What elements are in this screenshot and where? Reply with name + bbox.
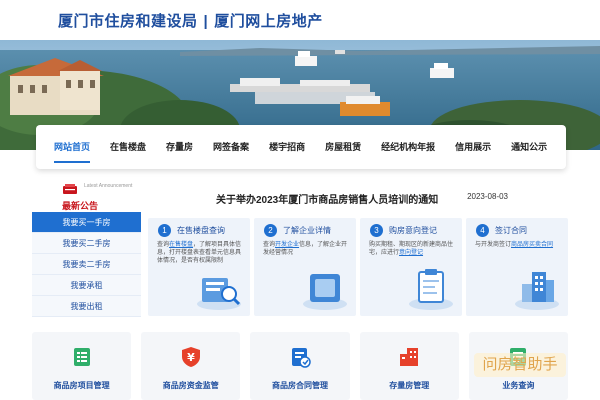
sidebar-item-sell-used[interactable]: 我要卖二手房 xyxy=(32,254,141,275)
announcement-icon xyxy=(63,184,77,194)
step-link[interactable]: 开发企业 xyxy=(275,242,299,248)
step-card[interactable]: 2 了解企业详情 查询开发企业信息，了解企业开发经营情况 xyxy=(254,218,356,316)
step-link[interactable]: 在售楼盘 xyxy=(169,242,193,248)
step-card[interactable]: 4 签订合同 与开发商签订商品房买卖合同 xyxy=(466,218,568,316)
notice-date: 2023-08-03 xyxy=(467,192,508,201)
step-number: 2 xyxy=(264,224,277,237)
sidebar-item-rent-in[interactable]: 我要承租 xyxy=(32,275,141,296)
sidebar-item-buy-new[interactable]: 我要买一手房 xyxy=(32,212,141,233)
service-card-label: 存量房管理 xyxy=(389,381,430,390)
step-desc-text: 查询 xyxy=(263,242,276,248)
step-description: 查询在售楼盘，了解项目具体信息，打开楼盘表查看单元信息具体情况，是否有权属限制 xyxy=(157,241,243,265)
nav-investment[interactable]: 楼宇招商 xyxy=(259,125,315,169)
service-card-label: 业务查询 xyxy=(502,381,535,390)
step-title: 在售楼盘查询 xyxy=(177,226,225,235)
sidebar-item-buy-used[interactable]: 我要买二手房 xyxy=(32,233,141,254)
process-steps: 1 在售楼盘查询 查询在售楼盘，了解项目具体信息，打开楼盘表查看单元信息具体情况… xyxy=(148,218,568,316)
main-content: 关于举办2023年厦门市商品房销售人员培训的通知 2023-08-03 1 在售… xyxy=(148,180,568,316)
building-icon xyxy=(400,348,419,366)
service-card[interactable]: 商品房项目管理 xyxy=(32,332,132,400)
service-card-label: 商品房项目管理 xyxy=(53,381,110,390)
step-description: 购买期租、期现区的新建商品住宅，应进行意向登记 xyxy=(369,241,455,257)
step-title: 了解企业详情 xyxy=(283,226,331,235)
notice-bar: 关于举办2023年厦门市商品房销售人员培训的通知 2023-08-03 xyxy=(148,180,568,212)
document-list-icon xyxy=(73,348,90,366)
step-link[interactable]: 商品房买卖合同 xyxy=(511,242,553,248)
step-description: 查询开发企业信息，了解企业开发经营情况 xyxy=(263,241,349,257)
svg-text:¥: ¥ xyxy=(187,351,195,364)
main-nav: 网站首页 在售楼盘 存量房 网签备案 楼宇招商 房屋租赁 经纪机构年报 信用展示… xyxy=(36,125,566,169)
site-title[interactable]: 厦门市住房和建设局 | 厦门网上房地产 xyxy=(58,10,323,31)
step-desc-text: 与开发商签订 xyxy=(475,242,512,248)
clipboard-icon xyxy=(409,269,453,310)
step-link[interactable]: 意向登记 xyxy=(399,250,423,256)
step-number: 4 xyxy=(476,224,489,237)
sidebar-title: 最新公告 xyxy=(62,201,99,211)
nav-agency-reports[interactable]: 经纪机构年报 xyxy=(371,125,445,169)
nav-online-filing[interactable]: 网签备案 xyxy=(203,125,259,169)
step-title: 购房意向登记 xyxy=(389,226,437,235)
service-card[interactable]: 商品房合同管理 xyxy=(250,332,350,400)
enterprise-icon xyxy=(303,274,347,310)
nav-home[interactable]: 网站首页 xyxy=(44,125,100,169)
nav-credit[interactable]: 信用展示 xyxy=(445,125,501,169)
service-card[interactable]: ¥ 商品房资金监管 xyxy=(141,332,241,400)
step-number: 1 xyxy=(158,224,171,237)
sidebar-header: Latest Announcement 最新公告 xyxy=(32,180,141,212)
sidebar: Latest Announcement 最新公告 我要买一手房 我要买二手房 我… xyxy=(32,180,141,317)
nav-new-homes[interactable]: 在售楼盘 xyxy=(100,125,156,169)
sidebar-item-rent-out[interactable]: 我要出租 xyxy=(32,296,141,317)
service-card-label: 商品房资金监管 xyxy=(162,381,219,390)
step-title: 签订合同 xyxy=(495,226,527,235)
contract-icon xyxy=(292,348,311,368)
city-buildings-icon xyxy=(515,272,559,310)
step-description: 与开发商签订商品房买卖合同 xyxy=(475,241,561,249)
step-card[interactable]: 3 购房意向登记 购买期租、期现区的新建商品住宅，应进行意向登记 xyxy=(360,218,462,316)
site-header: 厦门市住房和建设局 | 厦门网上房地产 xyxy=(0,0,600,40)
agency-name: 厦门市住房和建设局 xyxy=(58,13,198,30)
step-desc-text: 查询 xyxy=(157,242,170,248)
service-card-label: 商品房合同管理 xyxy=(272,381,328,390)
watermark-logo: 问房智助手 xyxy=(474,353,566,377)
sidebar-subtitle: Latest Announcement xyxy=(84,183,133,189)
notice-title[interactable]: 关于举办2023年厦门市商品房销售人员培训的通知 xyxy=(216,191,438,206)
nav-rental[interactable]: 房屋租赁 xyxy=(315,125,371,169)
nav-notices[interactable]: 通知公示 xyxy=(501,125,557,169)
step-number: 3 xyxy=(370,224,383,237)
nav-existing-homes[interactable]: 存量房 xyxy=(156,125,203,169)
title-separator: | xyxy=(203,13,209,30)
service-card[interactable]: 存量房管理 xyxy=(359,332,459,400)
search-building-icon xyxy=(197,278,241,310)
yuan-shield-icon: ¥ xyxy=(181,347,200,367)
step-card[interactable]: 1 在售楼盘查询 查询在售楼盘，了解项目具体信息，打开楼盘表查看单元信息具体情况… xyxy=(148,218,250,316)
platform-name: 厦门网上房地产 xyxy=(214,13,323,30)
